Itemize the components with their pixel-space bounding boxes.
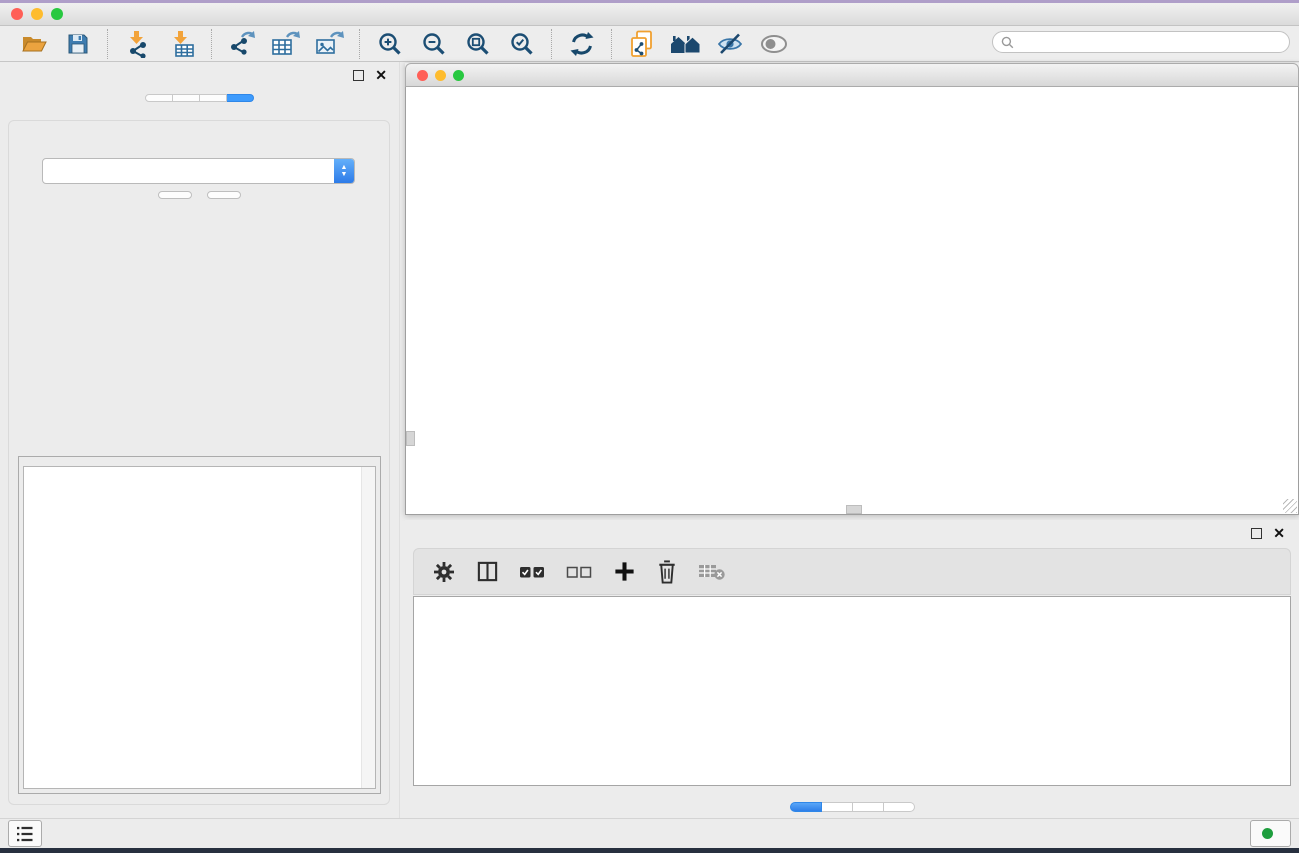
close-panel-button[interactable] (207, 191, 241, 199)
close-panel-icon[interactable]: ✕ (375, 68, 387, 82)
run-mcds-button[interactable] (158, 191, 192, 199)
memory-button[interactable] (1250, 820, 1291, 847)
zoom-fit-icon[interactable] (461, 28, 495, 60)
node-table[interactable] (413, 596, 1291, 786)
table-panel: ✕ (405, 520, 1299, 816)
zoom-in-icon[interactable] (373, 28, 407, 60)
window-resize-grip[interactable] (1283, 499, 1297, 513)
network-minimize-traffic-light[interactable] (435, 70, 446, 81)
tab-select[interactable] (200, 94, 227, 102)
toolbar-separator (551, 29, 553, 59)
main-titlebar (0, 3, 1299, 26)
unselect-all-columns-icon[interactable] (563, 557, 595, 587)
application-window: ✕ ▲▼ (0, 0, 1299, 853)
open-session-folder-icon[interactable] (17, 28, 51, 60)
result-list-scrollbar[interactable] (361, 467, 375, 788)
save-session-floppy-icon[interactable] (61, 28, 95, 60)
export-image-icon[interactable] (313, 28, 347, 60)
traffic-lights (11, 8, 63, 20)
mcds-panel-body: ▲▼ (8, 120, 390, 805)
show-graphics-details-eye-icon[interactable] (757, 28, 791, 60)
minimize-traffic-light[interactable] (31, 8, 43, 20)
table-panel-tabs (405, 802, 1299, 812)
tab-mcds[interactable] (227, 94, 254, 102)
split-view-columns-icon[interactable] (473, 557, 501, 587)
network-view-window (405, 63, 1299, 515)
canvas-vertical-scroll-thumb[interactable] (406, 431, 415, 446)
hide-graphics-details-icon[interactable] (713, 28, 747, 60)
function-builder-icon[interactable] (743, 557, 787, 587)
toolbar-separator (211, 29, 213, 59)
new-network-from-selection-icon[interactable] (625, 28, 659, 60)
table-toolbar (413, 548, 1291, 595)
network-window-titlebar[interactable] (405, 63, 1299, 87)
network-canvas[interactable] (405, 87, 1299, 515)
close-table-panel-icon[interactable]: ✕ (1273, 526, 1285, 540)
tab-network-table[interactable] (853, 802, 884, 812)
toolbar-separator (107, 29, 109, 59)
import-network-icon[interactable] (121, 28, 155, 60)
control-panel-tabs (0, 94, 399, 102)
tab-motifs[interactable] (884, 802, 915, 812)
neighbors-houses-icon[interactable] (669, 28, 703, 60)
add-column-plus-icon[interactable] (610, 557, 638, 587)
tab-network[interactable] (145, 94, 173, 102)
network-graph[interactable] (406, 87, 1297, 513)
network-zoom-traffic-light[interactable] (453, 70, 464, 81)
control-panel: ✕ ▲▼ (0, 62, 400, 818)
export-network-icon[interactable] (225, 28, 259, 60)
import-table-icon[interactable] (165, 28, 199, 60)
delete-table-icon[interactable] (696, 557, 728, 587)
close-traffic-light[interactable] (11, 8, 23, 20)
export-table-icon[interactable] (269, 28, 303, 60)
select-all-columns-icon[interactable] (516, 557, 548, 587)
delete-column-trash-icon[interactable] (653, 557, 681, 587)
zoom-traffic-light[interactable] (51, 8, 63, 20)
desktop-edge-bottom (0, 848, 1299, 853)
zoom-out-icon[interactable] (417, 28, 451, 60)
select-stepper-icon: ▲▼ (334, 159, 354, 183)
task-list-icon (14, 824, 36, 844)
float-table-panel-icon[interactable] (1251, 528, 1262, 539)
tab-node-table[interactable] (790, 802, 822, 812)
network-close-traffic-light[interactable] (417, 70, 428, 81)
main-toolbar (0, 26, 1299, 62)
refresh-icon[interactable] (565, 28, 599, 60)
memory-status-dot (1262, 828, 1273, 839)
search-input[interactable] (1019, 34, 1289, 50)
task-history-button[interactable] (8, 820, 42, 847)
toolbar-separator (611, 29, 613, 59)
mcds-result-list[interactable] (23, 466, 376, 789)
canvas-horizontal-scroll-thumb[interactable] (846, 505, 862, 514)
toolbar-separator (359, 29, 361, 59)
mcds-result-box (18, 456, 381, 794)
search-field[interactable] (992, 31, 1290, 53)
zoom-selected-icon[interactable] (505, 28, 539, 60)
float-panel-icon[interactable] (353, 70, 364, 81)
status-bar (0, 818, 1299, 848)
table-settings-gear-icon[interactable] (430, 557, 458, 587)
search-icon (1001, 36, 1014, 49)
tab-style[interactable] (173, 94, 200, 102)
optimization-criterion-select[interactable]: ▲▼ (42, 158, 355, 184)
tab-edge-table[interactable] (822, 802, 853, 812)
